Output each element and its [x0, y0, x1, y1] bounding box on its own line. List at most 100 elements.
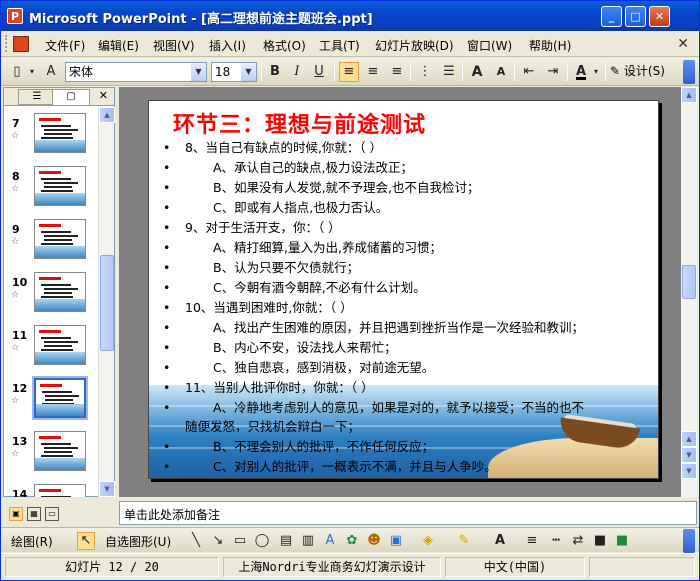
font-name-combo[interactable]: 宋体 ▼ [65, 62, 207, 82]
slide-thumbnail[interactable] [34, 431, 86, 471]
numbering-icon[interactable]: ⋮ [415, 62, 435, 82]
menu-tools[interactable]: 工具(T) [319, 37, 360, 54]
font-color-dropdown-icon[interactable]: ▾ [591, 62, 601, 82]
picture-icon[interactable]: ▣ [387, 532, 405, 550]
tab-outline[interactable]: ☰ [18, 89, 56, 105]
scroll-up-icon[interactable]: ▲ [681, 87, 697, 103]
slide-thumbnail[interactable] [34, 166, 86, 206]
next-slide-icon[interactable]: ▼ [681, 447, 697, 463]
styles-icon[interactable]: A [41, 62, 61, 82]
font-size-combo[interactable]: 18 ▼ [211, 62, 257, 82]
slide-thumbnail-row[interactable]: 12 ☆ [4, 376, 98, 426]
menu-view[interactable]: 视图(V) [153, 37, 195, 54]
line-style-icon[interactable]: ≡ [523, 532, 541, 550]
previous-slide-icon[interactable]: ▲ [681, 431, 697, 447]
slide-thumbnail-row[interactable]: 7 ☆ [4, 111, 98, 161]
slide-thumbnail[interactable] [32, 376, 88, 420]
bullet-text-continued: 随便发怒，只找机会辩白一下； [185, 419, 361, 434]
slide-thumbnail-number: 7 [12, 117, 20, 130]
chevron-down-icon[interactable]: ▼ [191, 63, 206, 81]
select-arrow-icon[interactable]: ↖ [77, 532, 95, 550]
align-right-icon[interactable]: ≡ [387, 62, 407, 82]
powerpoint-app-icon[interactable]: P [7, 8, 23, 24]
wordart-icon[interactable]: A [321, 532, 339, 550]
thumbnails-scrollbar[interactable]: ▲ ▼ [98, 107, 115, 497]
scroll-thumb[interactable] [100, 255, 114, 351]
slide-thumbnail-row[interactable]: 11 ☆ [4, 323, 98, 373]
line-icon[interactable]: ╲ [187, 532, 205, 550]
design-button[interactable]: ✎ 设计(S) [610, 62, 665, 79]
new-dropdown-icon[interactable]: ▾ [27, 62, 37, 82]
slide-sorter-icon[interactable]: ▦ [27, 507, 41, 521]
toolbar-separator [334, 63, 335, 81]
slide-thumbnail[interactable] [34, 484, 86, 497]
menu-help[interactable]: 帮助(H) [529, 37, 571, 54]
bold-button[interactable]: B [265, 62, 285, 82]
scroll-down-icon[interactable]: ▼ [681, 463, 697, 479]
close-button[interactable]: ✕ [649, 6, 670, 27]
rectangle-icon[interactable]: ▭ [231, 532, 249, 550]
scroll-up-icon[interactable]: ▲ [99, 107, 115, 123]
underline-button[interactable]: U [309, 62, 329, 82]
fill-color-icon[interactable]: ◈ [419, 532, 437, 550]
menubar-grip[interactable] [5, 35, 8, 52]
document-icon[interactable] [13, 36, 29, 52]
minimize-button[interactable]: _ [601, 6, 622, 27]
italic-button[interactable]: I [287, 62, 307, 82]
vertical-textbox-icon[interactable]: ▥ [299, 532, 317, 550]
line-color-icon[interactable]: ✎ [455, 532, 473, 550]
slide-thumbnail[interactable] [34, 325, 86, 365]
diagram-icon[interactable]: ✿ [343, 532, 361, 550]
chevron-down-icon[interactable]: ▼ [241, 63, 256, 81]
slide-thumbnail-row[interactable]: 14☆ [4, 482, 98, 497]
arrow-icon[interactable]: ↘ [209, 532, 227, 550]
decrease-indent-icon[interactable]: ⇤ [519, 62, 539, 82]
scroll-thumb[interactable] [682, 265, 696, 299]
slide-thumbnail[interactable] [34, 219, 86, 259]
align-center-icon[interactable]: ≡ [363, 62, 383, 82]
menu-slideshow[interactable]: 幻灯片放映(D) [375, 37, 454, 54]
dash-style-icon[interactable]: ┅ [547, 532, 565, 550]
increase-indent-icon[interactable]: ⇥ [543, 62, 563, 82]
oval-icon[interactable]: ◯ [253, 532, 271, 550]
slide-thumbnails: 7☆8☆9☆10☆11☆12☆13☆ 14☆ [4, 107, 98, 497]
font-color-icon[interactable]: A [571, 62, 591, 82]
new-document-icon[interactable]: ▯ [7, 62, 27, 82]
slideshow-view-icon[interactable]: ▭ [45, 507, 59, 521]
bullets-icon[interactable]: ☰ [439, 62, 459, 82]
slide-thumbnail-row[interactable]: 10 ☆ [4, 270, 98, 320]
textbox-icon[interactable]: ▤ [277, 532, 295, 550]
slide-thumbnail-row[interactable]: 9 ☆ [4, 217, 98, 267]
font-color-icon[interactable]: A [491, 532, 509, 550]
slide-thumbnail-row[interactable]: 13 ☆ [4, 429, 98, 479]
draw-menu-button[interactable]: 绘图(R) [11, 533, 53, 550]
current-slide[interactable]: 环节三：理想与前途测试 • 8、当自己有缺点的时候,你就：（ ） • A、承认自己的缺… [148, 100, 659, 479]
toolbar-options-button[interactable] [683, 60, 695, 84]
menu-format[interactable]: 格式(O) [263, 37, 306, 54]
3d-icon[interactable]: ■ [613, 532, 631, 550]
close-document-button[interactable]: ✕ [677, 36, 689, 52]
tab-slides[interactable]: ▢ [52, 89, 90, 105]
menu-file[interactable]: 文件(F) [45, 37, 85, 54]
autoshapes-button[interactable]: 自选图形(U) [105, 533, 171, 550]
pane-close-icon[interactable]: ✕ [99, 89, 108, 102]
decrease-font-icon[interactable]: A [491, 62, 511, 82]
normal-view-icon[interactable]: ▣ [9, 507, 23, 521]
slide-thumbnail-row[interactable]: 8 ☆ [4, 164, 98, 214]
menu-window[interactable]: 窗口(W) [467, 37, 512, 54]
slide-thumbnail[interactable] [34, 272, 86, 312]
align-left-icon[interactable]: ≡ [339, 62, 359, 82]
menu-edit[interactable]: 编辑(E) [98, 37, 139, 54]
increase-font-icon[interactable]: A [467, 62, 487, 82]
slide-title[interactable]: 环节三：理想与前途测试 [173, 107, 426, 139]
clipart-icon[interactable]: ☻ [365, 532, 383, 550]
restore-button[interactable]: □ [625, 6, 646, 27]
notes-pane[interactable]: 单击此处添加备注 [119, 501, 697, 525]
scroll-down-icon[interactable]: ▼ [99, 481, 115, 497]
menu-insert[interactable]: 插入(I) [209, 37, 246, 54]
drawbar-options-button[interactable] [683, 529, 695, 553]
slide-vertical-scrollbar[interactable]: ▲ ▲ ▼ ▼ [681, 87, 697, 497]
slide-thumbnail[interactable] [34, 113, 86, 153]
shadow-icon[interactable]: ■ [591, 532, 609, 550]
arrow-style-icon[interactable]: ⇄ [569, 532, 587, 550]
